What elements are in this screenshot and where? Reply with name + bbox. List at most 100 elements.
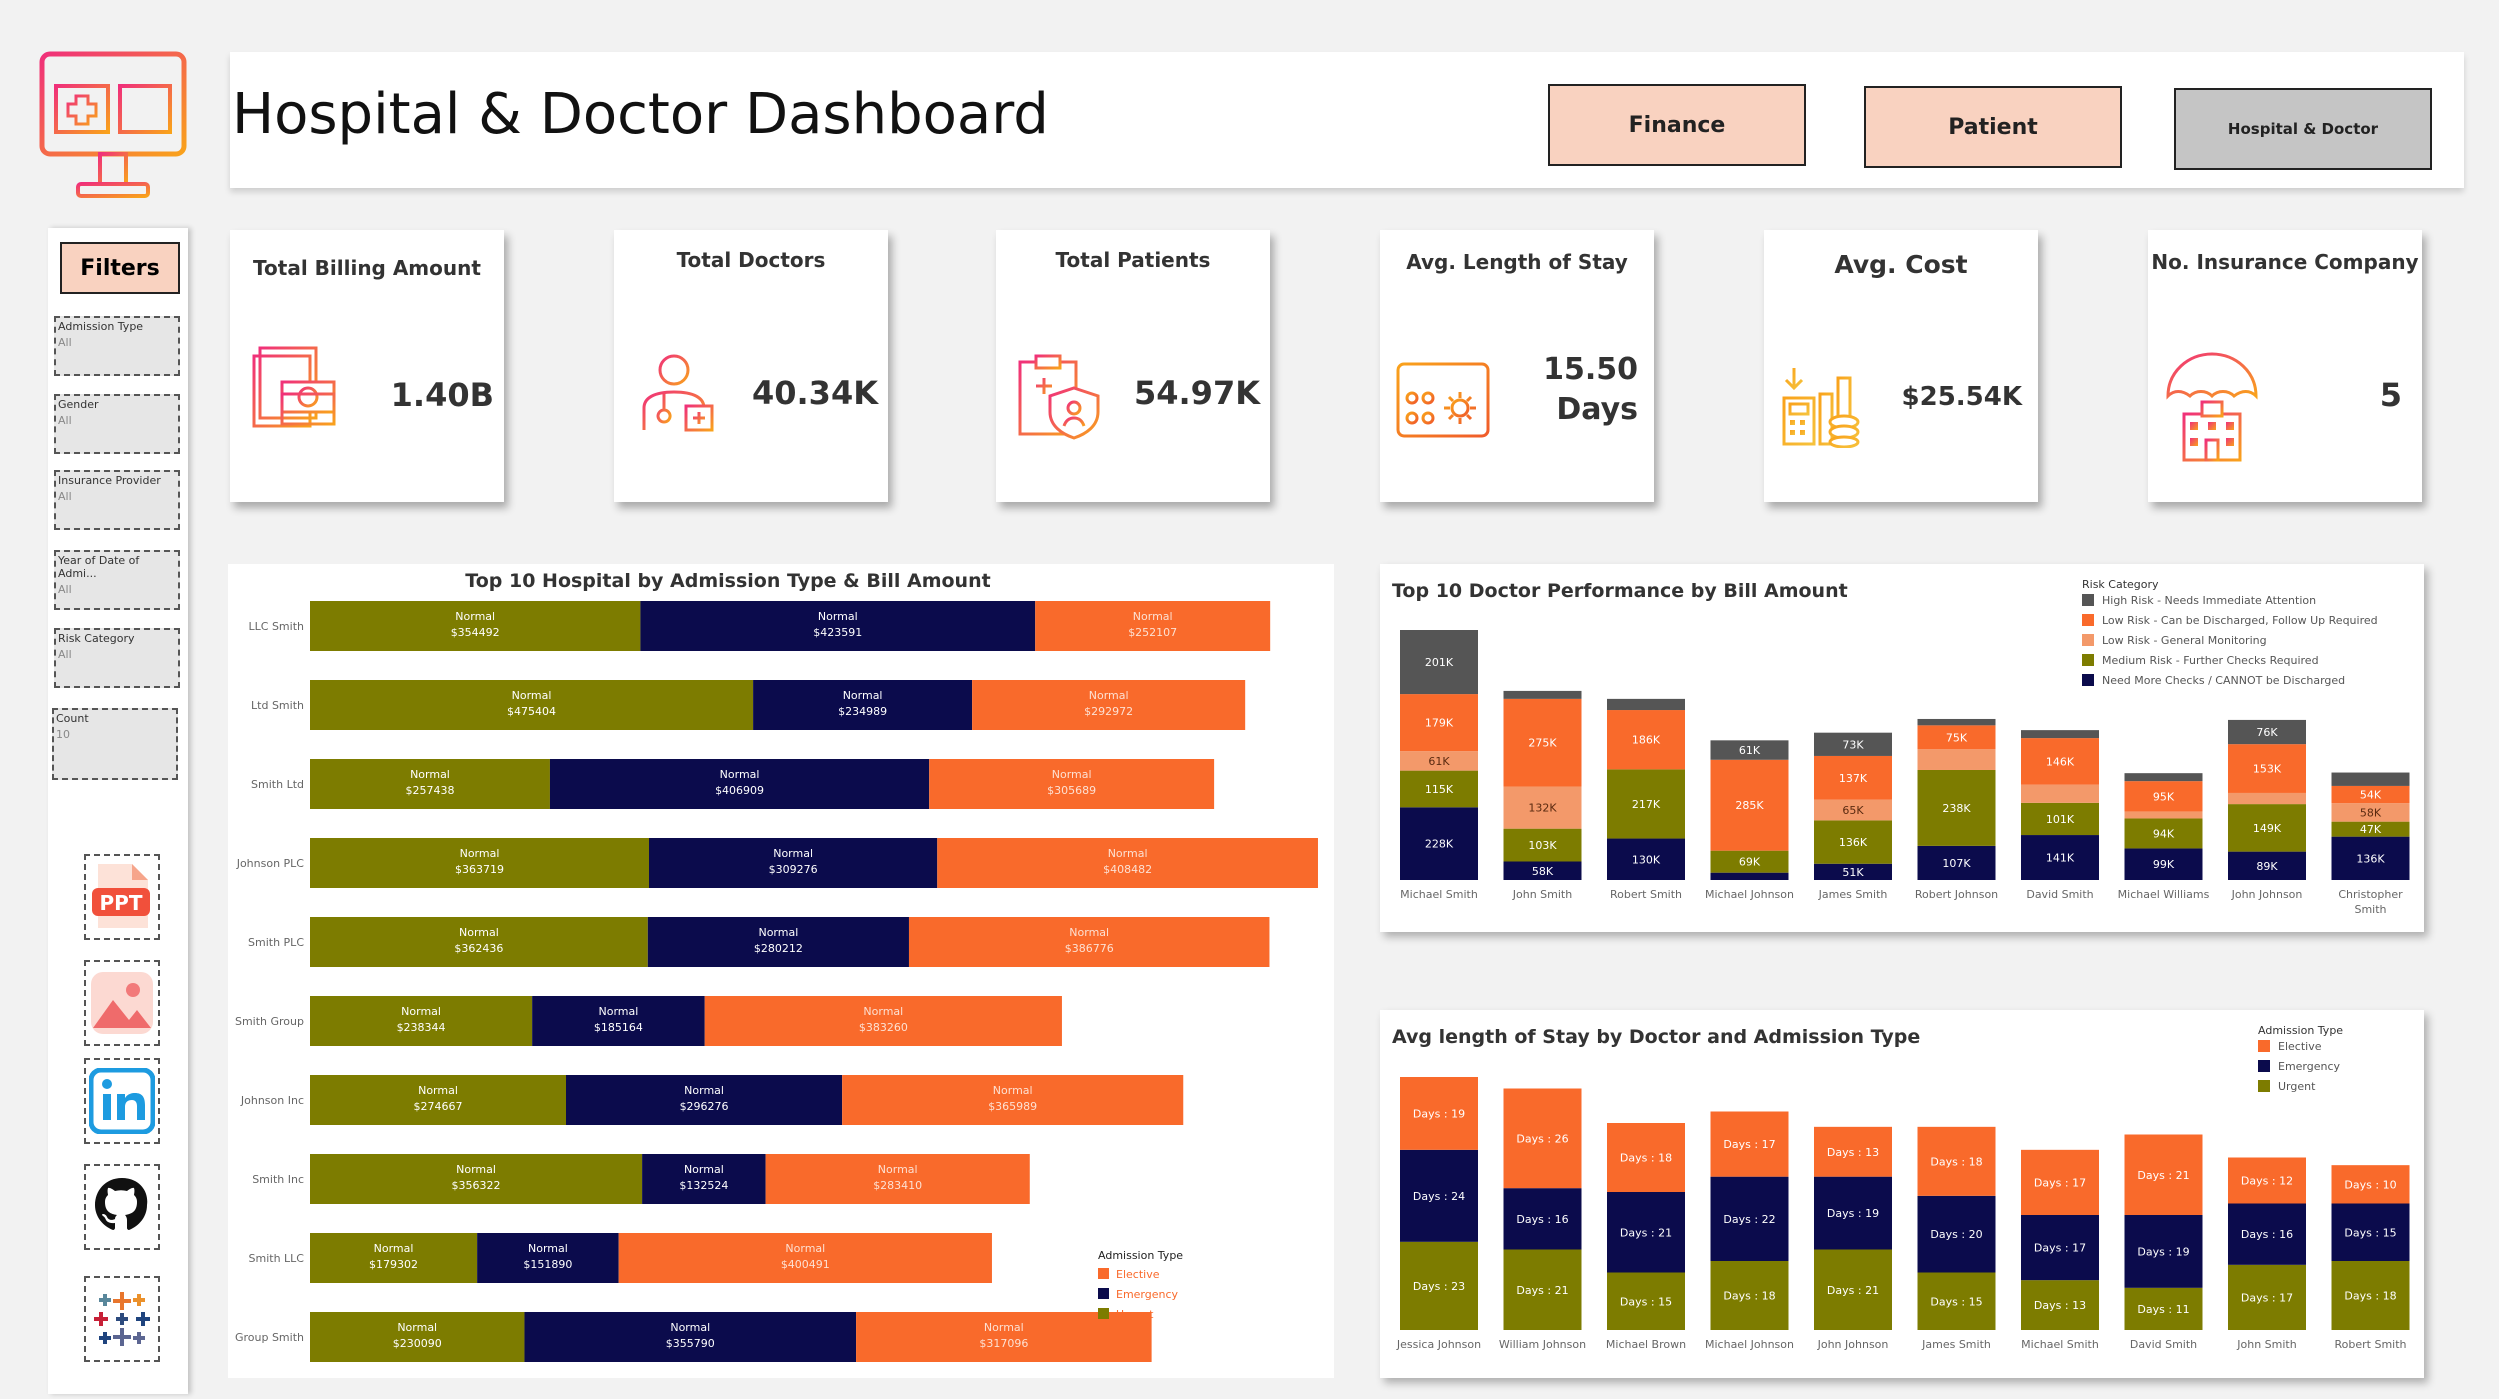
page-title: Hospital & Doctor Dashboard bbox=[232, 82, 1049, 147]
doctor-bar-value-label: 47K bbox=[2360, 823, 2382, 836]
kpi-card-total-billing: Total Billing Amount 1.40B bbox=[230, 230, 504, 502]
doctor-bar-segment[interactable] bbox=[2124, 773, 2203, 782]
doctor-bar-value-label: 51K bbox=[1842, 866, 1864, 879]
filter-label: Year of Date of Admi... bbox=[58, 554, 140, 580]
doctor-category-label: James Smith bbox=[1818, 888, 1888, 901]
hospital-bar-value-label: $355790 bbox=[666, 1337, 715, 1350]
doctor-bar-segment[interactable] bbox=[2124, 811, 2203, 819]
filter-value: All bbox=[58, 414, 72, 427]
hospital-bar-value-label: $317096 bbox=[979, 1337, 1028, 1350]
filter-dropdown[interactable]: Insurance Provider All bbox=[54, 470, 180, 530]
filter-label: Count bbox=[56, 712, 89, 725]
hospital-bar-status-label: Normal bbox=[599, 1005, 639, 1018]
patient-nav-button[interactable]: Patient bbox=[1864, 86, 2122, 168]
hospital-bar-value-label: $252107 bbox=[1128, 626, 1177, 639]
stay-category-label: James Smith bbox=[1921, 1338, 1991, 1351]
stay-bar-value-label: Days : 18 bbox=[1723, 1290, 1775, 1303]
doctor-category-label: Michael Smith bbox=[1400, 888, 1478, 901]
hospital-bar-value-label: $406909 bbox=[715, 784, 764, 797]
hospital-bar-value-label: $230090 bbox=[393, 1337, 442, 1350]
finance-nav-button[interactable]: Finance bbox=[1548, 84, 1806, 166]
kpi-label: Total Billing Amount bbox=[253, 256, 481, 280]
filter-dropdown[interactable]: Risk Category All bbox=[54, 628, 180, 688]
hospital-bar-value-label: $283410 bbox=[873, 1179, 922, 1192]
hospital-bar-status-label: Normal bbox=[993, 1084, 1033, 1097]
hospital-legend-label: Elective bbox=[1116, 1268, 1160, 1281]
hospital-bar-status-label: Normal bbox=[456, 1163, 496, 1176]
doctor-bar-value-label: 179K bbox=[1425, 717, 1454, 730]
stay-bar-value-label: Days : 15 bbox=[2344, 1226, 2396, 1239]
doctor-category-label: John Smith bbox=[1512, 888, 1572, 901]
hospital-doctor-nav-button[interactable]: Hospital & Doctor bbox=[2174, 88, 2432, 170]
stay-category-label: Michael Brown bbox=[1606, 1338, 1686, 1351]
github-link[interactable] bbox=[84, 1164, 160, 1250]
stay-bar-value-label: Days : 12 bbox=[2241, 1175, 2293, 1188]
ppt-link[interactable]: PPT bbox=[84, 854, 160, 940]
filter-dropdown[interactable]: Admission Type All bbox=[54, 316, 180, 376]
doctor-bar-value-label: 101K bbox=[2046, 813, 2075, 826]
tableau-icon bbox=[94, 1292, 150, 1346]
hospital-legend-label: Emergency bbox=[1116, 1288, 1179, 1301]
kpi-label: No. Insurance Company bbox=[2151, 250, 2419, 274]
doctor-icon bbox=[642, 354, 714, 432]
doctor-bar-value-label: 238K bbox=[1942, 802, 1971, 815]
hospital-bar-status-label: Normal bbox=[1133, 610, 1173, 623]
doctor-bar-value-label: 61K bbox=[1428, 755, 1450, 768]
doctor-bar-value-label: 94K bbox=[2153, 827, 2175, 840]
hospital-bar-status-label: Normal bbox=[785, 1242, 825, 1255]
linkedin-link[interactable] bbox=[84, 1058, 160, 1144]
doctor-category-label: Smith bbox=[2354, 903, 2386, 916]
insurance-icon bbox=[2166, 350, 2258, 462]
doctor-bar-segment[interactable] bbox=[1710, 872, 1789, 880]
hospital-bar-status-label: Normal bbox=[1052, 768, 1092, 781]
filter-dropdown[interactable]: Count 10 bbox=[52, 708, 178, 780]
doctor-bar-value-label: 146K bbox=[2046, 755, 2075, 768]
stay-bar-value-label: Days : 19 bbox=[1827, 1207, 1879, 1220]
hospital-bar-status-label: Normal bbox=[459, 926, 499, 939]
doctor-bar-segment[interactable] bbox=[1917, 749, 1996, 770]
doctor-bar-value-label: 186K bbox=[1632, 734, 1661, 747]
kpi-value: $25.54K bbox=[1901, 382, 2022, 412]
kpi-label: Avg. Cost bbox=[1834, 250, 1968, 279]
doctor-bar-value-label: 132K bbox=[1528, 802, 1557, 815]
filter-dropdown[interactable]: Year of Date of Admi... All bbox=[54, 550, 180, 610]
hospital-category-label: Smith Inc bbox=[252, 1173, 304, 1186]
doctor-category-label: Michael Williams bbox=[2118, 888, 2210, 901]
doctor-bar-segment[interactable] bbox=[2228, 792, 2306, 805]
doctor-bar-segment[interactable] bbox=[2331, 772, 2410, 786]
hospital-category-label: Ltd Smith bbox=[251, 699, 304, 712]
doctor-bar-value-label: 99K bbox=[2153, 858, 2175, 871]
doctor-bar-segment[interactable] bbox=[2021, 730, 2099, 739]
doctor-bar-segment[interactable] bbox=[1607, 698, 1685, 711]
hospital-bar-status-label: Normal bbox=[512, 689, 552, 702]
hospital-bar-status-label: Normal bbox=[460, 847, 500, 860]
hospital-bar-status-label: Normal bbox=[401, 1005, 441, 1018]
hospital-bar-value-label: $363719 bbox=[455, 863, 504, 876]
doctor-category-label: David Smith bbox=[2026, 888, 2093, 901]
doctor-category-label: Robert Johnson bbox=[1915, 888, 1998, 901]
cost-icon bbox=[1782, 368, 1860, 448]
doctor-legend-label: High Risk - Needs Immediate Attention bbox=[2102, 594, 2316, 607]
doctor-bar-segment[interactable] bbox=[2021, 784, 2099, 803]
image-link[interactable] bbox=[84, 960, 160, 1046]
filter-value: All bbox=[58, 336, 72, 349]
doctor-bar-segment[interactable] bbox=[1503, 690, 1582, 699]
hospital-bar-value-label: $400491 bbox=[781, 1258, 830, 1271]
kpi-value: 1.40B bbox=[390, 376, 494, 414]
patients-icon bbox=[1018, 354, 1100, 440]
doctor-performance-chart: 228K 115K 61K 179K 201K Michael Smith 58K 103K 1… bbox=[1400, 578, 2410, 916]
stay-category-label: John Johnson bbox=[1817, 1338, 1889, 1351]
stay-bar-value-label: Days : 21 bbox=[2137, 1169, 2189, 1182]
filter-dropdown[interactable]: Gender All bbox=[54, 394, 180, 454]
doctor-bar-value-label: 115K bbox=[1425, 783, 1454, 796]
hospital-bar-status-label: Normal bbox=[684, 1163, 724, 1176]
svg-text:PPT: PPT bbox=[100, 891, 143, 915]
doctor-legend-label: Low Risk - Can be Discharged, Follow Up … bbox=[2102, 614, 2378, 627]
doctor-bar-value-label: 75K bbox=[1946, 731, 1968, 744]
hospital-bar-status-label: Normal bbox=[843, 689, 883, 702]
doctor-bar-value-label: 103K bbox=[1528, 839, 1557, 852]
doctor-bar-segment[interactable] bbox=[1917, 718, 1996, 726]
kpi-value: 54.97K bbox=[1133, 374, 1260, 412]
tableau-link[interactable] bbox=[84, 1276, 160, 1362]
hospital-bar-value-label: $309276 bbox=[769, 863, 818, 876]
